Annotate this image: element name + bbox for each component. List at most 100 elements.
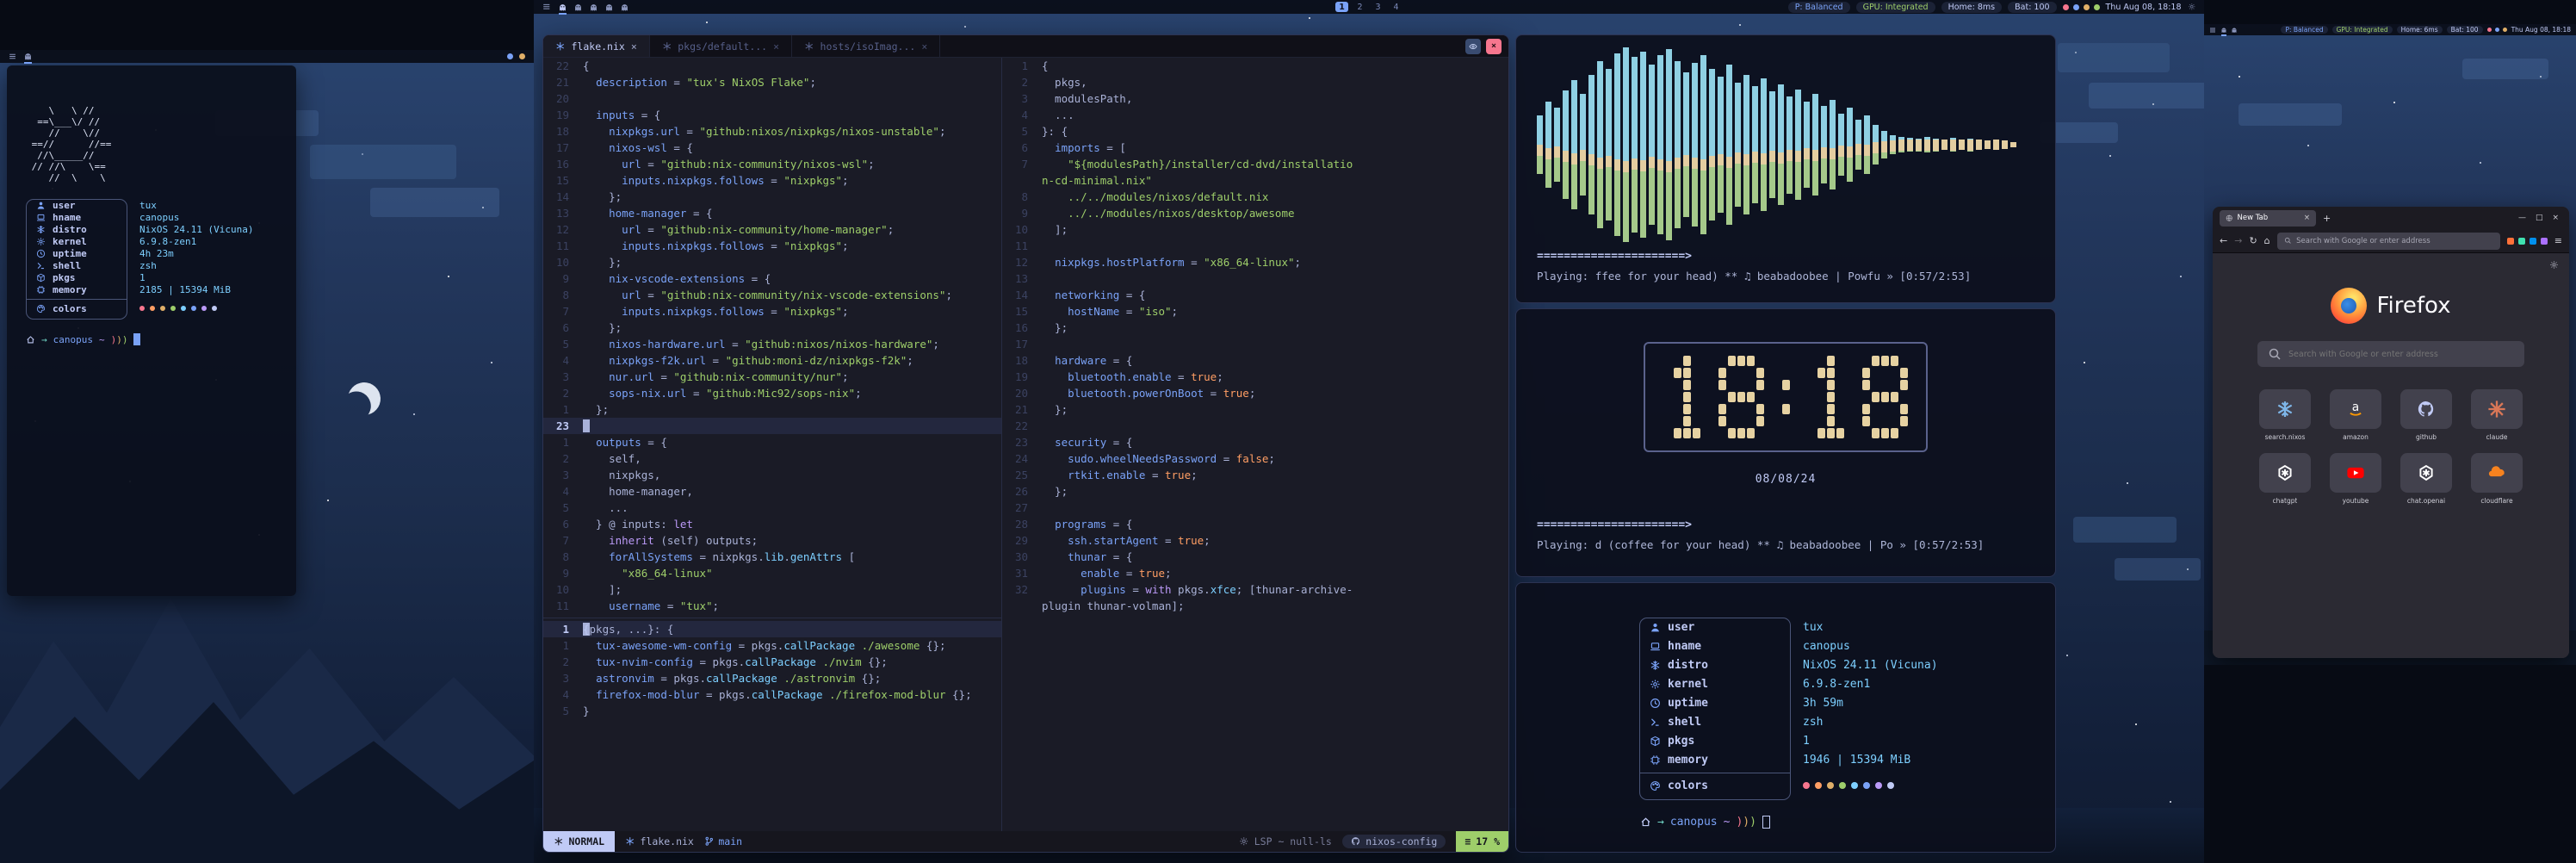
line-number: 1 <box>543 434 583 450</box>
shortcut-tile-chatgpt[interactable]: chatgpt <box>2257 453 2313 505</box>
home-button[interactable]: ⌂ <box>2264 235 2270 246</box>
maximize-button[interactable]: □ <box>2536 214 2543 222</box>
line-number: 17 <box>543 140 583 156</box>
editor-tab-hosts-isoimag-[interactable]: hosts/isoImag...× <box>792 35 940 57</box>
toggle-button[interactable] <box>1465 39 1481 54</box>
fetch-row: hnamecanopus <box>1639 636 1932 655</box>
code-line: 11 inputs.nixpkgs.follows = "nixpkgs"; <box>543 238 1001 254</box>
line-number: 9 <box>543 565 583 581</box>
workspace-tag[interactable] <box>558 3 567 12</box>
tab-close-icon[interactable]: × <box>2304 214 2310 222</box>
editor-area[interactable]: 22{21 description = "tux's NixOS Flake";… <box>543 58 1508 831</box>
editor-pane-default-nix[interactable]: 1{pkgs, ...}: {1 tux-awesome-wm-config =… <box>543 621 1001 831</box>
palette-dot <box>1887 782 1894 789</box>
tab-close-icon[interactable]: × <box>631 40 637 53</box>
editor-pane-flake[interactable]: 22{21 description = "tux's NixOS Flake";… <box>543 58 1001 614</box>
workspace-tag[interactable] <box>589 3 598 12</box>
taskbar-item[interactable]: 4 <box>1390 2 1403 12</box>
shortcut-tile-chat-openai[interactable]: chat.openai <box>2398 453 2455 505</box>
new-tab-button[interactable]: + <box>2323 213 2331 224</box>
firefox-nav-bar: ← → ↻ ⌂ Search with Google or enter addr… <box>2213 229 2569 253</box>
shell-prompt[interactable]: →canopus~))) <box>1640 816 2034 829</box>
taskbar-item[interactable]: 3 <box>1372 2 1384 12</box>
line-number: 8 <box>543 287 583 303</box>
visualizer-bar <box>1606 46 1612 244</box>
tray-icon[interactable] <box>2063 4 2069 10</box>
code-line: 2 pkgs, <box>1002 74 1508 90</box>
palette-dot <box>150 306 155 311</box>
tray-icon[interactable] <box>2487 28 2492 32</box>
app-menu-button[interactable]: ≡ <box>2554 235 2562 246</box>
reload-button[interactable]: ↻ <box>2249 235 2257 246</box>
shortcut-tile-claude[interactable]: claude <box>2468 389 2525 441</box>
code-line: 26 }; <box>1002 483 1508 500</box>
tab-favicon-icon <box>2226 214 2233 222</box>
search-input[interactable] <box>2288 350 2514 359</box>
shortcut-tile-github[interactable]: github <box>2398 389 2455 441</box>
shell-prompt[interactable]: →canopus~))) <box>26 333 277 345</box>
tray-icon[interactable] <box>2495 28 2499 32</box>
url-bar[interactable]: Search with Google or enter address <box>2277 233 2500 250</box>
extension-icon[interactable] <box>2518 238 2525 245</box>
workspace-tag[interactable] <box>23 52 33 61</box>
shortcut-tile-youtube[interactable]: youtube <box>2327 453 2384 505</box>
menu-icon[interactable] <box>2209 27 2216 34</box>
taskbar-item[interactable]: 2 <box>1353 2 1366 12</box>
close-button[interactable]: × <box>2552 214 2559 222</box>
line-number: 6 <box>1002 140 1042 156</box>
main-monitor: 1234 P: Balanced GPU: Integrated Home: 8… <box>534 0 2204 863</box>
tray-icon[interactable] <box>519 53 525 59</box>
line-number: 18 <box>543 123 583 140</box>
visualizer-bar <box>1752 46 1758 244</box>
tray-icon[interactable] <box>2073 4 2079 10</box>
tray-icon[interactable] <box>2094 4 2100 10</box>
tab-close-icon[interactable]: × <box>773 40 779 53</box>
forward-button[interactable]: → <box>2234 235 2242 246</box>
settings-icon[interactable] <box>2188 3 2196 11</box>
tray-icon[interactable] <box>2503 28 2507 32</box>
code-line: 32 plugins = with pkgs.xfce; [thunar-arc… <box>1002 581 1508 598</box>
extension-icon[interactable] <box>2541 238 2548 245</box>
code-line: 6 }; <box>543 320 1001 336</box>
line-number: 29 <box>1002 532 1042 549</box>
back-button[interactable]: ← <box>2220 235 2227 246</box>
distro-icon <box>36 225 46 234</box>
visualizer-bar <box>1614 46 1620 244</box>
minimize-button[interactable]: — <box>2518 214 2526 222</box>
workspace-tag[interactable] <box>2231 27 2238 34</box>
tab-close-icon[interactable]: × <box>921 40 927 53</box>
tray-icon[interactable] <box>507 53 513 59</box>
shortcut-tile-cloudflare[interactable]: cloudflare <box>2468 453 2525 505</box>
tray-icon[interactable] <box>2084 4 2090 10</box>
workspace-tag[interactable] <box>573 3 583 12</box>
extension-icon[interactable] <box>2530 238 2536 245</box>
shortcut-tile-search-nixos[interactable]: search.nixos <box>2257 389 2313 441</box>
editor-tab-flake-nix[interactable]: flake.nix× <box>543 35 650 57</box>
code-line: 5}: { <box>1002 123 1508 140</box>
fetch-row: distroNixOS 24.11 (Vicuna) <box>26 223 277 235</box>
search-bar[interactable] <box>2257 341 2524 367</box>
workspace-tag[interactable] <box>620 3 629 12</box>
menu-icon[interactable] <box>9 53 16 60</box>
visualizer-bar <box>1890 46 1896 244</box>
window-close-button[interactable]: × <box>1486 39 1502 54</box>
line-number: 23 <box>543 418 583 434</box>
line-number: 20 <box>1002 385 1042 401</box>
personalize-gear-icon[interactable] <box>2549 260 2559 270</box>
browser-tab[interactable]: New Tab × <box>2220 210 2316 227</box>
menu-icon[interactable] <box>542 3 551 11</box>
extension-icon[interactable] <box>2507 238 2514 245</box>
visualizer-bar <box>1657 46 1663 244</box>
editor-pane-iso-image[interactable]: 1{2 pkgs,3 modulesPath,4 ...5}: {6 impor… <box>1002 58 1508 831</box>
shortcut-tile-amazon[interactable]: aamazon <box>2327 389 2384 441</box>
cursor <box>583 419 590 432</box>
taskbar-item[interactable]: 1 <box>1335 2 1348 12</box>
editor-tab-pkgs-default-[interactable]: pkgs/default...× <box>650 35 792 57</box>
line-number: 10 <box>1002 221 1042 238</box>
visualizer-bar <box>1959 46 1965 244</box>
fetch-row: usertux <box>1639 618 1932 636</box>
clock-digit <box>1664 356 1710 438</box>
workspace-tag[interactable] <box>604 3 614 12</box>
code-line: 23 security = { <box>1002 434 1508 450</box>
workspace-tag[interactable] <box>2220 27 2227 34</box>
